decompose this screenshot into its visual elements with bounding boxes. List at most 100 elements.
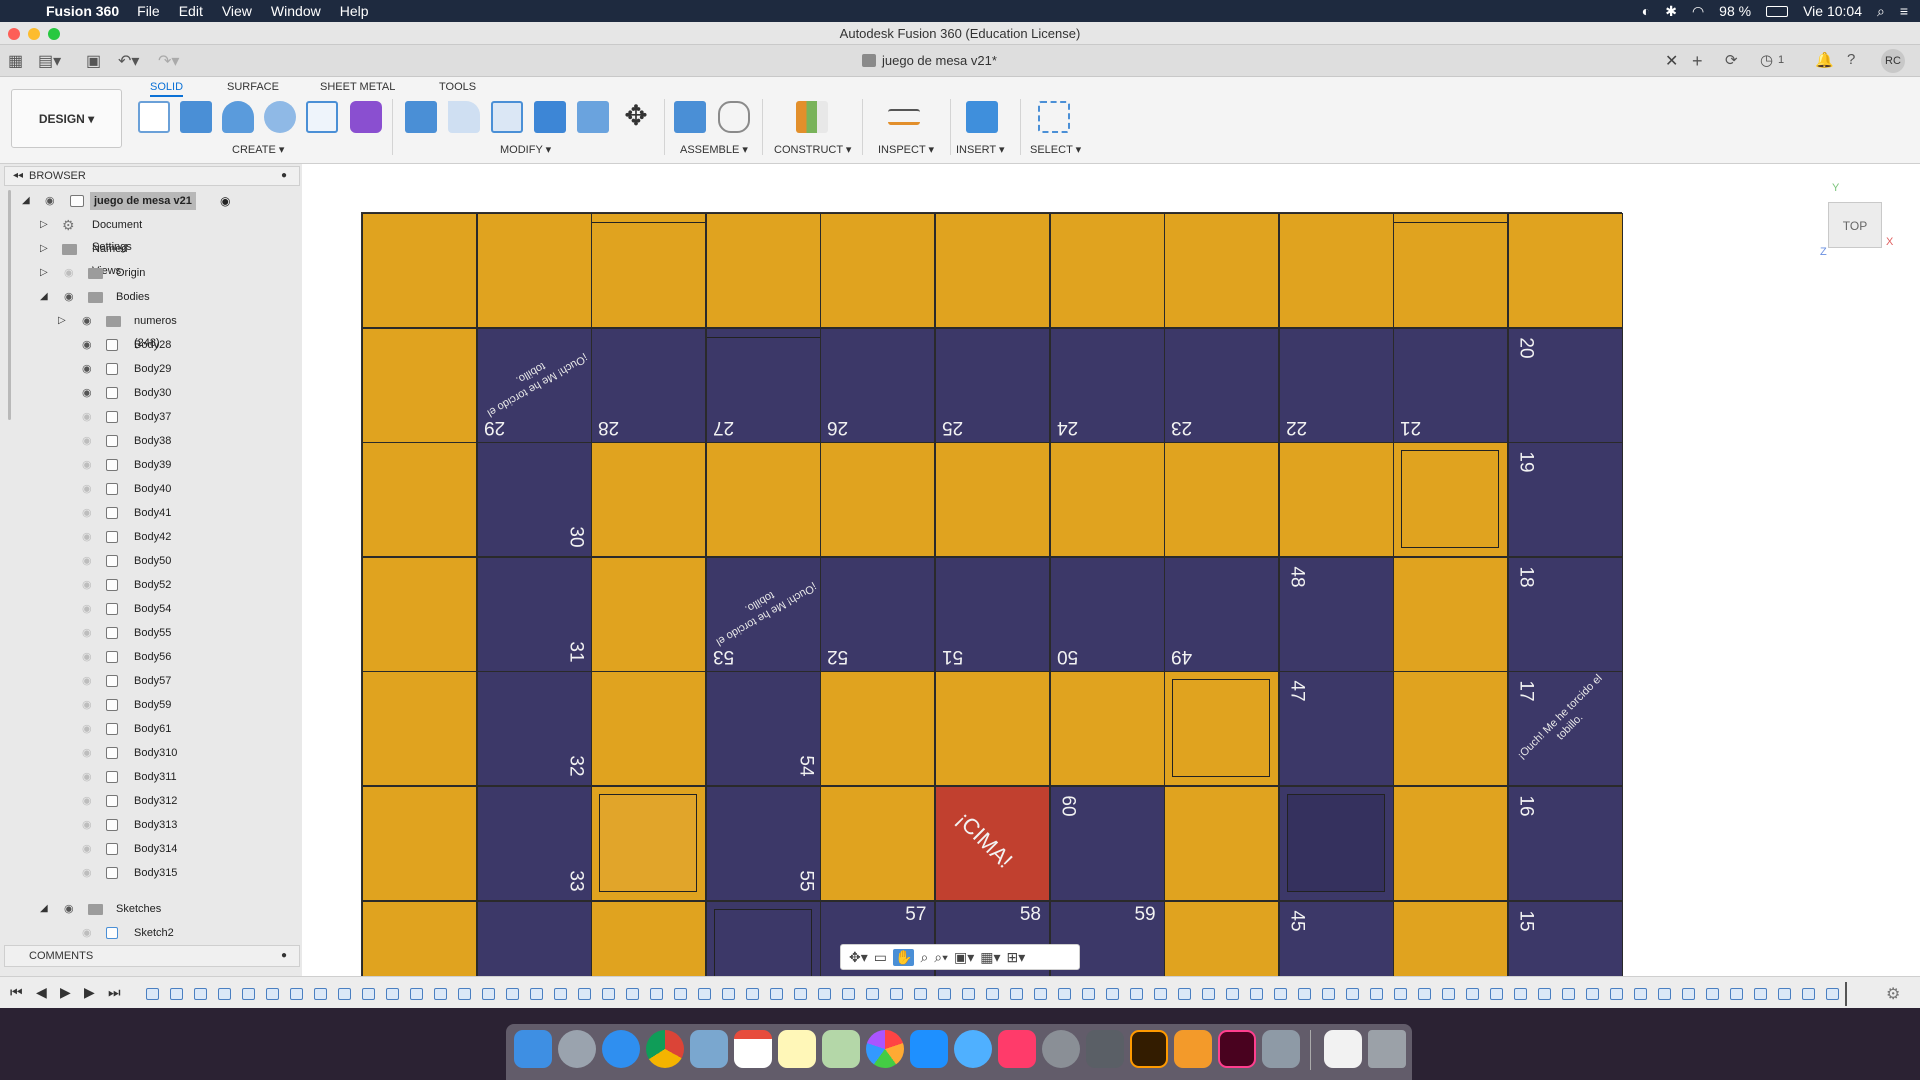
visibility-eye-icon[interactable]: ◉ [82, 454, 92, 476]
active-radio-icon[interactable]: ◉ [220, 190, 230, 212]
board-cell[interactable] [1508, 213, 1623, 328]
timeline-feature-icon[interactable] [458, 988, 471, 1000]
chrome-icon[interactable] [646, 1030, 684, 1068]
timeline-feature-icon[interactable] [410, 988, 423, 1000]
timeline-feature-icon[interactable] [794, 988, 807, 1000]
align-icon[interactable] [577, 101, 609, 133]
timeline-feature-icon[interactable] [1442, 988, 1455, 1000]
timeline-feature-icon[interactable] [1610, 988, 1623, 1000]
timeline-feature-icon[interactable] [1802, 988, 1815, 1000]
new-tab-plus-icon[interactable]: + [1692, 51, 1703, 72]
timeline-feature-icon[interactable] [1178, 988, 1191, 1000]
indesign-icon[interactable] [1218, 1030, 1256, 1068]
timeline-feature-icon[interactable] [1730, 988, 1743, 1000]
construct-menu[interactable]: CONSTRUCT ▾ [774, 143, 851, 156]
timeline-feature-icon[interactable] [746, 988, 759, 1000]
visibility-eye-icon[interactable]: ◉ [82, 406, 92, 428]
board-cell[interactable]: 49 [1164, 556, 1280, 672]
board-cell[interactable] [476, 213, 592, 328]
board-cell[interactable]: 55 [705, 786, 821, 901]
image-capture-icon[interactable] [1262, 1030, 1300, 1068]
board-cell[interactable] [935, 671, 1050, 787]
wifi-icon[interactable]: ◠ [1692, 3, 1704, 20]
tab-surface[interactable]: SURFACE [227, 81, 279, 93]
board-cell[interactable]: ¡CIMA! [935, 786, 1050, 901]
data-panel-grid-icon[interactable]: ▦ [8, 51, 23, 71]
photos-icon[interactable] [866, 1030, 904, 1068]
timeline-feature-icon[interactable] [1298, 988, 1311, 1000]
timeline-feature-icon[interactable] [506, 988, 519, 1000]
documents-folder-icon[interactable] [1324, 1030, 1362, 1068]
insert-image-icon[interactable] [966, 101, 998, 133]
board-cell[interactable] [820, 786, 936, 901]
timeline-feature-icon[interactable] [698, 988, 711, 1000]
insert-menu[interactable]: INSERT ▾ [956, 143, 1005, 156]
board-cell[interactable] [1164, 442, 1280, 558]
maps-icon[interactable] [822, 1030, 860, 1068]
expand-triangle-icon[interactable]: ▷ [40, 238, 48, 260]
board-cell[interactable] [1164, 900, 1280, 976]
board-cell[interactable]: 17 ¡Ouch! Me he torcido el tobillo. [1508, 671, 1623, 787]
redo-icon[interactable]: ↷▾ [158, 51, 179, 71]
visibility-eye-icon[interactable]: ◉ [82, 646, 92, 668]
board-cell[interactable]: 25 [935, 327, 1050, 443]
trash-icon[interactable] [1368, 1030, 1406, 1068]
board-cell[interactable] [705, 900, 821, 976]
timeline-feature-icon[interactable] [1466, 988, 1479, 1000]
timeline-settings-gear-icon[interactable]: ⚙ [1886, 984, 1900, 1004]
board-cell[interactable] [705, 213, 821, 328]
board-cell[interactable] [1049, 442, 1165, 558]
user-avatar[interactable]: RC [1881, 49, 1905, 73]
create-menu[interactable]: CREATE ▾ [232, 143, 284, 156]
visibility-eye-icon[interactable]: ◉ [82, 814, 92, 836]
board-cell[interactable] [820, 442, 936, 558]
undo-icon[interactable]: ↶▾ [118, 51, 139, 71]
board-cell[interactable] [935, 213, 1050, 328]
comments-panel-header[interactable]: COMMENTS ● [4, 945, 300, 967]
collapse-triangle-icon[interactable]: ◢ [40, 898, 48, 920]
board-cell[interactable]: 47 [1278, 671, 1394, 787]
board-cell[interactable]: 33 [476, 786, 592, 901]
notes-icon[interactable] [778, 1030, 816, 1068]
messages-icon[interactable] [954, 1030, 992, 1068]
board-cell[interactable] [591, 213, 707, 328]
zoom-icon[interactable]: ⌕ [920, 949, 928, 966]
visibility-eye-icon[interactable]: ◉ [82, 334, 92, 356]
board-cell[interactable] [362, 900, 477, 976]
close-window-button[interactable] [8, 28, 20, 40]
combine-icon[interactable] [534, 101, 566, 133]
board-cell[interactable] [362, 671, 477, 787]
file-menu-icon[interactable]: ▤▾ [38, 51, 61, 71]
step-back-icon[interactable]: ◀ [36, 984, 47, 1001]
menu-edit[interactable]: Edit [179, 3, 203, 19]
go-to-end-icon[interactable]: ⏭ [108, 984, 121, 1001]
timeline-feature-icon[interactable] [146, 988, 159, 1000]
board-cell[interactable] [476, 900, 592, 976]
timeline-feature-icon[interactable] [1154, 988, 1167, 1000]
timeline-feature-icon[interactable] [1634, 988, 1647, 1000]
board-cell[interactable] [1393, 900, 1509, 976]
board-cell[interactable] [1393, 213, 1509, 328]
extensions-icon[interactable]: ⟳ [1725, 51, 1738, 69]
timeline-feature-icon[interactable] [674, 988, 687, 1000]
board-cell[interactable] [1164, 671, 1280, 787]
expand-triangle-icon[interactable]: ▷ [58, 310, 66, 332]
launchpad-icon[interactable] [558, 1030, 596, 1068]
viewports-icon[interactable]: ⊞▾ [1007, 949, 1026, 966]
board-cell[interactable]: 31 [476, 556, 592, 672]
timeline-feature-icon[interactable] [770, 988, 783, 1000]
panel-options-icon[interactable]: ● [281, 946, 287, 966]
battery-icon[interactable] [1766, 5, 1789, 17]
visibility-eye-icon[interactable]: ◉ [82, 790, 92, 812]
music-icon[interactable] [998, 1030, 1036, 1068]
board-cell[interactable] [1049, 213, 1165, 328]
timeline-feature-icon[interactable] [1058, 988, 1071, 1000]
board-cell[interactable]: 27 [705, 327, 821, 443]
grid-settings-icon[interactable]: ▦▾ [980, 949, 1000, 966]
visibility-eye-icon[interactable]: ◉ [82, 430, 92, 452]
fillet-icon[interactable] [448, 101, 480, 133]
illustrator-icon[interactable] [1130, 1030, 1168, 1068]
preview-icon[interactable] [690, 1030, 728, 1068]
timeline-feature-icon[interactable] [602, 988, 615, 1000]
timeline-feature-icon[interactable] [1562, 988, 1575, 1000]
